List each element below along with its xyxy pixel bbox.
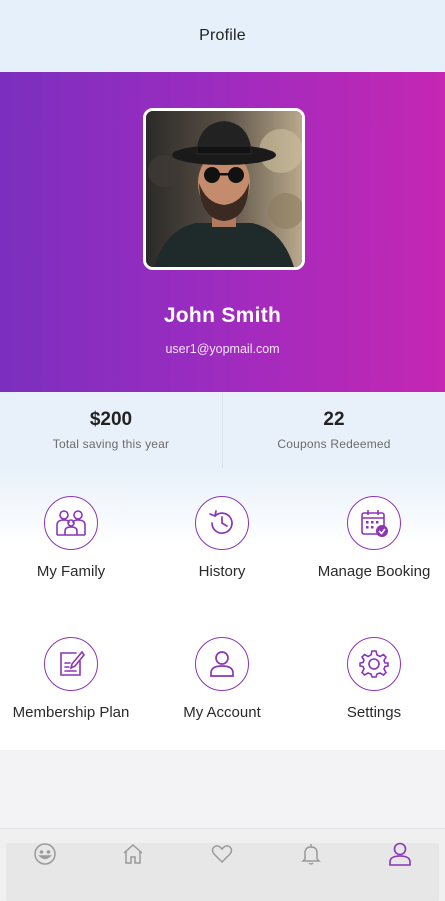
- menu-label: Settings: [346, 704, 402, 721]
- stat-label: Total saving this year: [52, 437, 170, 451]
- bottom-tab-bar: [0, 828, 445, 901]
- menu-label: Manage Booking: [317, 563, 431, 580]
- menu-label: My Family: [36, 563, 106, 580]
- menu-item-membership-plan[interactable]: Membership Plan: [0, 637, 146, 721]
- smiley-icon: [34, 843, 56, 865]
- stat-value: $200: [89, 409, 133, 430]
- heart-icon: [211, 845, 233, 864]
- stat-value: 22: [323, 409, 345, 430]
- avatar[interactable]: [143, 108, 305, 270]
- menu-item-my-family[interactable]: My Family: [0, 496, 146, 580]
- menu-label: Membership Plan: [12, 704, 130, 721]
- calendar-check-icon: [347, 496, 401, 550]
- menu-item-history[interactable]: History: [147, 496, 297, 580]
- stat-coupons-redeemed: 22 Coupons Redeemed: [222, 392, 445, 468]
- menu-label: My Account: [183, 704, 261, 721]
- profile-name: John Smith: [163, 304, 282, 327]
- user-icon: [195, 637, 249, 691]
- menu-item-manage-booking[interactable]: Manage Booking: [299, 496, 445, 580]
- home-icon: [123, 843, 143, 864]
- gear-icon: [347, 637, 401, 691]
- bell-icon: [301, 844, 321, 865]
- tab-deals[interactable]: [30, 839, 60, 869]
- menu-item-my-account[interactable]: My Account: [147, 637, 297, 721]
- avatar-photo: [146, 111, 302, 267]
- tab-favorites[interactable]: [207, 839, 237, 869]
- user-icon: [389, 842, 411, 866]
- page-title: Profile: [199, 27, 246, 44]
- profile-hero: John Smith user1@yopmail.com: [0, 72, 445, 392]
- menu-label: History: [198, 563, 246, 580]
- stat-total-saving: $200 Total saving this year: [0, 392, 222, 468]
- tab-notifications[interactable]: [296, 839, 326, 869]
- profile-email: user1@yopmail.com: [165, 342, 280, 356]
- top-bar: Profile: [0, 0, 445, 72]
- stats-row: $200 Total saving this year 22 Coupons R…: [0, 392, 445, 468]
- family-icon: [44, 496, 98, 550]
- tab-profile[interactable]: [385, 839, 415, 869]
- history-icon: [195, 496, 249, 550]
- edit-document-icon: [44, 637, 98, 691]
- stat-label: Coupons Redeemed: [277, 437, 391, 451]
- profile-menu: My Family History Manage Booking Members…: [0, 468, 445, 750]
- menu-item-settings[interactable]: Settings: [299, 637, 445, 721]
- tab-home[interactable]: [118, 839, 148, 869]
